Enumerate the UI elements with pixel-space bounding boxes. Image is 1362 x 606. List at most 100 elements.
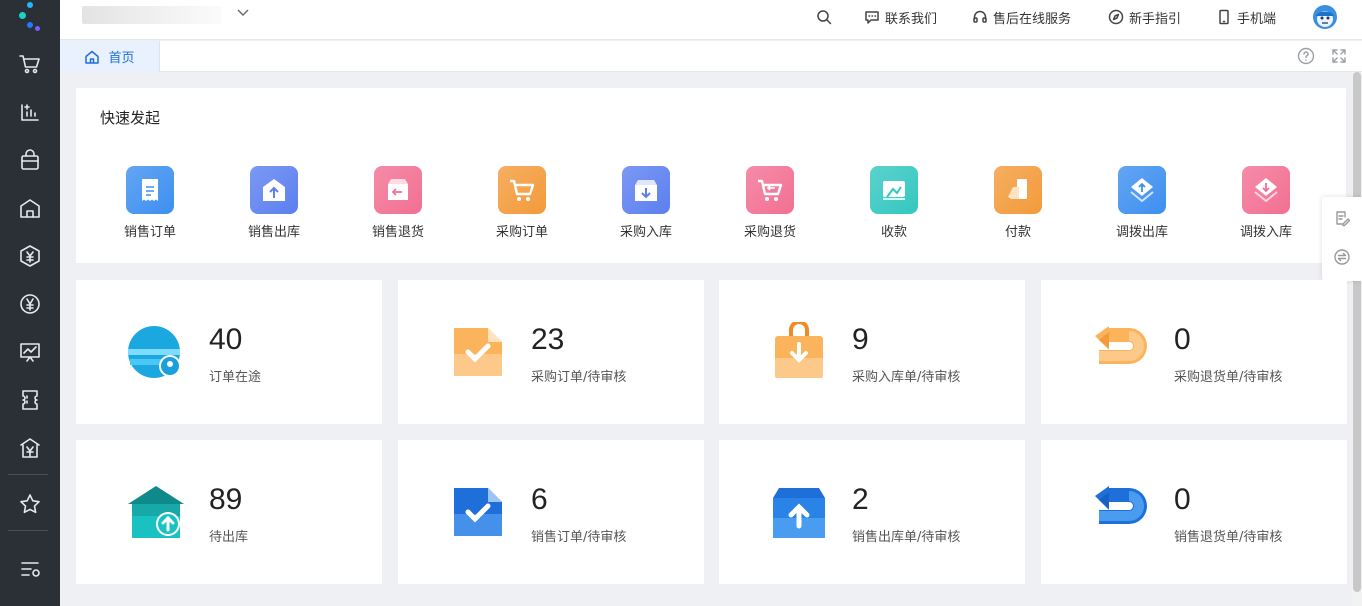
quick-purchase-order[interactable]: 采购订单 — [467, 166, 577, 240]
stat-value: 0 — [1174, 323, 1191, 356]
newbie-guide-button[interactable]: 新手指引 — [1108, 0, 1181, 34]
chevron-down-icon[interactable] — [236, 6, 250, 20]
transfer-in-icon — [1242, 166, 1290, 214]
sidebar-item-bank[interactable] — [10, 430, 50, 466]
quick-sales-outbound[interactable]: 销售出库 — [219, 166, 329, 240]
stat-value: 0 — [1174, 483, 1191, 516]
quick-purchase-order-label: 采购订单 — [495, 225, 548, 240]
quick-purchase-inbound[interactable]: 采购入库 — [591, 166, 701, 240]
home-icon — [85, 50, 100, 64]
yuan-icon — [20, 294, 40, 314]
left-sidebar — [0, 0, 60, 606]
stat-card-pending-outbound[interactable]: 89 待出库 — [76, 440, 382, 584]
quick-transfer-out[interactable]: 调拨出库 — [1087, 166, 1197, 240]
quick-sales-return-label: 销售退货 — [371, 225, 424, 240]
pending-outbound-icon — [126, 482, 186, 542]
stat-card-purchase-order-pending[interactable]: 23 采购订单/待审核 — [398, 280, 704, 424]
stat-card-purchase-return-pending[interactable]: 0 采购退货单/待审核 — [1041, 280, 1347, 424]
quick-payment[interactable]: 付款 — [963, 166, 1073, 240]
company-name[interactable] — [82, 6, 222, 24]
settings-list-icon — [21, 562, 40, 577]
stat-label: 采购退货单/待审核 — [1174, 370, 1283, 385]
sidebar-item-warehouse[interactable] — [10, 190, 50, 226]
sales-return-pending-icon — [1091, 482, 1151, 542]
quick-launch-panel: 快速发起 销售订单 销售出库 销售退货 采购订单 采购入库 采购退货 收款 付款… — [76, 88, 1346, 263]
quick-sales-return[interactable]: 销售退货 — [343, 166, 453, 240]
search-icon — [817, 10, 832, 25]
sales-outbound-pending-icon — [769, 482, 829, 542]
stat-card-sales-return-pending[interactable]: 0 销售退货单/待审核 — [1041, 440, 1347, 584]
sales-order-pending-icon — [448, 482, 508, 542]
fullscreen-button[interactable] — [1330, 47, 1348, 65]
stat-label: 订单在途 — [209, 370, 262, 385]
stat-card-orders-in-transit[interactable]: 40 订单在途 — [76, 280, 382, 424]
sidebar-divider — [8, 474, 48, 475]
scrollbar-thumb[interactable] — [1353, 72, 1361, 592]
stat-value: 23 — [531, 323, 565, 356]
bank-icon — [20, 438, 40, 458]
sidebar-item-fund[interactable] — [10, 286, 50, 322]
monitor-icon — [20, 343, 40, 362]
compass-icon — [1108, 9, 1124, 25]
help-button[interactable] — [1297, 47, 1315, 65]
quick-receipt[interactable]: 收款 — [839, 166, 949, 240]
stat-card-sales-outbound-pending[interactable]: 2 销售出库单/待审核 — [719, 440, 1025, 584]
scrollbar[interactable] — [1352, 72, 1362, 606]
sidebar-item-favorites[interactable] — [10, 486, 50, 522]
purchase-inbound-icon — [622, 166, 670, 214]
quick-transfer-out-label: 调拨出库 — [1115, 225, 1168, 240]
sidebar-item-finance[interactable] — [10, 238, 50, 274]
edit-note-icon — [1336, 211, 1351, 227]
stat-value: 9 — [852, 323, 869, 356]
sidebar-item-purchase[interactable] — [10, 142, 50, 178]
quick-transfer-in-label: 调拨入库 — [1239, 225, 1292, 240]
help-icon — [1297, 47, 1315, 65]
payment-icon — [994, 166, 1042, 214]
quick-purchase-inbound-label: 采购入库 — [619, 225, 672, 240]
purchase-order-pending-icon — [448, 322, 508, 382]
quick-receipt-label: 收款 — [880, 225, 907, 240]
cart-icon — [19, 55, 40, 74]
app-logo[interactable] — [15, 2, 45, 32]
after-sales-service-label: 售后在线服务 — [993, 11, 1072, 27]
stat-card-purchase-inbound-pending[interactable]: 9 采购入库单/待审核 — [719, 280, 1025, 424]
mobile-label: 手机端 — [1237, 11, 1277, 27]
contact-us-button[interactable]: 联系我们 — [864, 0, 937, 34]
stat-value: 89 — [209, 483, 243, 516]
receipt-icon — [870, 166, 918, 214]
sales-outbound-icon — [250, 166, 298, 214]
search-button[interactable] — [816, 0, 832, 34]
after-sales-service-button[interactable]: 售后在线服务 — [972, 0, 1071, 34]
quick-purchase-return[interactable]: 采购退货 — [715, 166, 825, 240]
switch-icon — [1334, 249, 1350, 265]
sidebar-item-report[interactable] — [10, 94, 50, 130]
stat-label: 待出库 — [209, 530, 249, 545]
quick-sales-outbound-label: 销售出库 — [247, 225, 300, 240]
floating-toolbar — [1322, 197, 1362, 281]
warehouse-icon — [20, 199, 40, 218]
ticket-icon — [22, 390, 38, 410]
edit-note-button[interactable] — [1333, 209, 1351, 227]
quick-purchase-return-label: 采购退货 — [743, 225, 796, 240]
quick-sales-order[interactable]: 销售订单 — [95, 166, 205, 240]
sidebar-item-settings[interactable] — [10, 551, 50, 587]
stat-value: 40 — [209, 323, 243, 356]
bag-icon — [21, 149, 39, 170]
tab-bar: 首页 — [60, 41, 1362, 72]
purchase-return-icon — [746, 166, 794, 214]
sidebar-divider — [8, 530, 48, 531]
avatar[interactable] — [1313, 5, 1337, 29]
transfer-out-icon — [1118, 166, 1166, 214]
mobile-button[interactable]: 手机端 — [1216, 0, 1276, 34]
stat-card-sales-order-pending[interactable]: 6 销售订单/待审核 — [398, 440, 704, 584]
top-header: 联系我们 售后在线服务 新手指引 手机端 — [60, 0, 1362, 40]
sidebar-item-sales[interactable] — [10, 46, 50, 82]
star-icon — [20, 494, 40, 514]
stat-label: 销售订单/待审核 — [531, 530, 627, 545]
quick-transfer-in[interactable]: 调拨入库 — [1211, 166, 1321, 240]
stat-label: 采购入库单/待审核 — [852, 370, 961, 385]
switch-button[interactable] — [1333, 248, 1351, 266]
sidebar-item-ticket[interactable] — [10, 382, 50, 418]
sidebar-item-analysis[interactable] — [10, 334, 50, 370]
tab-home[interactable]: 首页 — [60, 41, 160, 72]
